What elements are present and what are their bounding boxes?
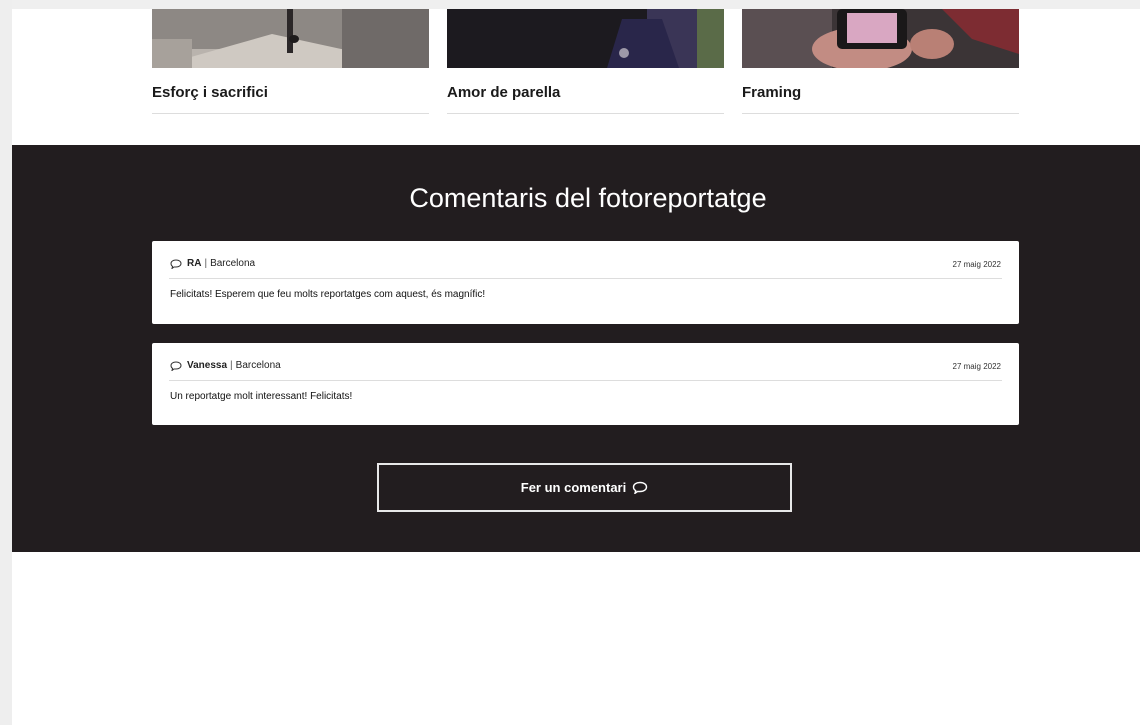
- related-card-amor[interactable]: Amor de parella: [447, 9, 724, 115]
- card-title[interactable]: Amor de parella: [447, 84, 560, 101]
- card-divider: [152, 113, 429, 114]
- card-title[interactable]: Framing: [742, 84, 801, 101]
- comment-header: Vanessa | Barcelona: [170, 360, 281, 371]
- top-strip: [0, 0, 1140, 9]
- comment-text: Un reportatge molt interessant! Felicita…: [170, 391, 353, 402]
- comment-date: 27 maig 2022: [952, 260, 1001, 269]
- comment-date: 27 maig 2022: [952, 362, 1001, 371]
- card-photo[interactable]: [152, 9, 429, 68]
- left-gutter: [0, 0, 12, 725]
- comment-divider: [169, 380, 1002, 381]
- comment-card: Vanessa | Barcelona 27 maig 2022 Un repo…: [152, 343, 1019, 425]
- add-comment-button[interactable]: Fer un comentari: [377, 463, 792, 512]
- comment-card: RA | Barcelona 27 maig 2022 Felicitats! …: [152, 241, 1019, 324]
- comment-location: Barcelona: [210, 258, 256, 269]
- speech-bubble-icon: [170, 258, 182, 269]
- comment-divider: [169, 278, 1002, 279]
- comments-heading: Comentaris del fotoreportatge: [409, 183, 767, 213]
- related-card-framing[interactable]: Framing: [742, 9, 1019, 115]
- comment-text: Felicitats! Esperem que feu molts report…: [170, 289, 486, 300]
- related-reports: Esforç i sacrifici Amor de parella Frami…: [152, 9, 1019, 115]
- comments-section: Comentaris del fotoreportatge RA | Barce…: [12, 145, 1140, 552]
- comment-separator: |: [230, 360, 233, 371]
- speech-bubble-icon: [633, 481, 648, 494]
- card-photo[interactable]: [742, 9, 1019, 68]
- comment-author: Vanessa: [187, 360, 228, 371]
- related-card-esforc[interactable]: Esforç i sacrifici: [152, 9, 429, 115]
- comment-header: RA | Barcelona: [170, 258, 255, 269]
- card-title[interactable]: Esforç i sacrifici: [152, 84, 268, 101]
- comment-separator: |: [204, 258, 208, 269]
- page-viewport: Esforç i sacrifici Amor de parella Frami…: [0, 0, 1140, 725]
- comment-author: RA: [187, 258, 202, 269]
- speech-bubble-icon: [170, 360, 182, 371]
- card-divider: [742, 113, 1019, 114]
- comment-location: Barcelona: [235, 360, 281, 371]
- card-divider: [447, 113, 724, 114]
- card-photo[interactable]: [447, 9, 724, 68]
- add-comment-label: Fer un comentari: [520, 480, 627, 495]
